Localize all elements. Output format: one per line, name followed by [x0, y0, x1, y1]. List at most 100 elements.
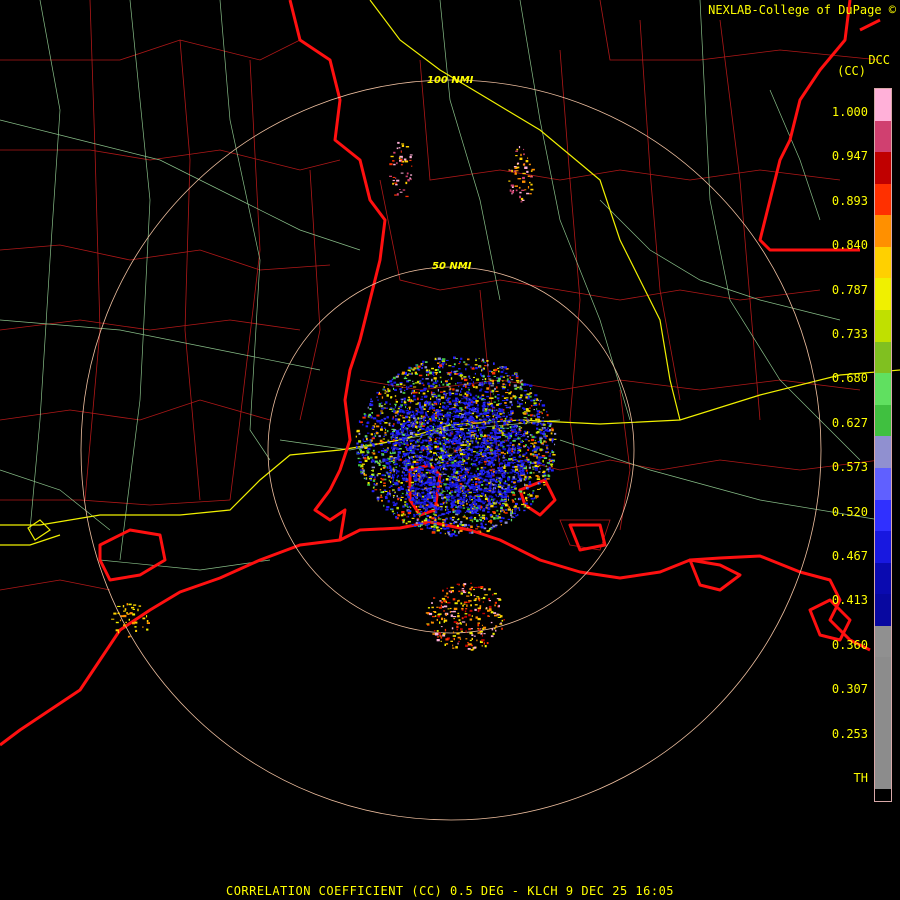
echo-pixel	[477, 526, 480, 528]
echo-pixel	[500, 444, 504, 447]
echo-pixel	[445, 478, 449, 481]
echo-pixel	[411, 449, 415, 452]
echo-pixel	[389, 403, 391, 405]
echo-pixel	[418, 488, 421, 490]
echo-pixel	[411, 497, 414, 500]
echo-pixel	[489, 456, 492, 459]
echo-pixel	[470, 582, 472, 584]
echo-pixel	[464, 590, 467, 593]
echo-pixel	[434, 410, 438, 412]
echo-pixel	[431, 469, 434, 472]
echo-pixel	[500, 418, 503, 420]
echo-pixel	[412, 489, 415, 491]
color-scale-swatch	[875, 562, 891, 595]
echo-pixel	[485, 415, 489, 416]
echo-pixel	[450, 420, 452, 423]
echo-pixel	[392, 501, 395, 504]
echo-pixel	[416, 449, 420, 451]
echo-pixel	[379, 444, 383, 446]
echo-pixel	[409, 431, 414, 434]
echo-pixel	[454, 392, 458, 396]
echo-pixel	[443, 435, 446, 437]
echo-pixel	[512, 440, 516, 442]
echo-pixel	[482, 626, 487, 629]
echo-pixel	[513, 438, 517, 440]
echo-pixel	[389, 175, 392, 177]
echo-pixel	[455, 424, 457, 426]
echo-pixel	[506, 472, 509, 474]
echo-pixel	[379, 489, 382, 491]
echo-pixel	[359, 448, 362, 451]
echo-pixel	[445, 382, 448, 384]
echo-pixel	[371, 427, 374, 430]
echo-pixel	[425, 496, 429, 499]
echo-pixel	[414, 494, 417, 496]
echo-pixel	[455, 409, 459, 412]
echo-pixel	[544, 437, 547, 439]
echo-pixel	[465, 418, 469, 421]
echo-pixel	[550, 427, 554, 429]
echo-pixel	[514, 468, 519, 471]
echo-pixel	[381, 412, 384, 414]
echo-pixel	[423, 423, 426, 426]
echo-pixel	[419, 423, 422, 425]
echo-pixel	[431, 426, 433, 430]
echo-pixel	[506, 422, 509, 424]
echo-pixel	[396, 179, 400, 182]
echo-pixel	[413, 412, 415, 415]
echo-pixel	[457, 476, 460, 479]
echo-pixel	[448, 365, 452, 367]
echo-pixel	[499, 519, 503, 523]
echo-pixel	[442, 519, 446, 521]
echo-pixel	[491, 404, 494, 407]
echo-pixel	[418, 404, 421, 407]
echo-pixel	[400, 150, 402, 152]
echo-pixel	[402, 422, 406, 425]
echo-pixel	[498, 604, 500, 608]
color-scale-swatch	[875, 89, 891, 122]
echo-pixel	[459, 416, 463, 419]
echo-pixel	[426, 492, 430, 495]
echo-pixel	[432, 392, 435, 394]
echo-pixel	[406, 439, 408, 441]
echo-pixel	[498, 377, 501, 380]
echo-pixel	[522, 176, 525, 180]
echo-pixel	[355, 445, 358, 449]
echo-pixel	[407, 520, 411, 523]
echo-pixel	[470, 472, 473, 475]
echo-pixel	[427, 449, 429, 452]
echo-pixel	[400, 404, 403, 407]
echo-pixel	[472, 425, 475, 427]
echo-pixel	[459, 394, 463, 396]
echo-pixel	[461, 621, 466, 623]
echo-pixel	[534, 464, 538, 467]
echo-pixel	[503, 413, 505, 415]
echo-pixel	[513, 384, 517, 387]
echo-pixel	[438, 613, 442, 615]
echo-pixel	[448, 478, 451, 481]
echo-pixel	[381, 405, 384, 407]
echo-pixel	[401, 474, 403, 477]
echo-pixel	[498, 408, 501, 410]
echo-pixel	[520, 383, 523, 385]
echo-pixel	[405, 146, 410, 148]
echo-pixel	[428, 385, 430, 388]
echo-pixel	[411, 484, 413, 487]
echo-pixel	[376, 414, 380, 417]
echo-pixel	[117, 612, 120, 615]
echo-pixel	[436, 606, 439, 608]
echo-pixel	[514, 508, 517, 510]
echo-pixel	[489, 432, 493, 435]
echo-pixel	[439, 409, 441, 412]
echo-pixel	[382, 459, 386, 462]
echo-pixel	[497, 410, 500, 412]
echo-pixel	[546, 410, 548, 413]
echo-pixel	[446, 527, 450, 530]
echo-pixel	[469, 487, 472, 490]
echo-pixel	[494, 604, 496, 607]
echo-pixel	[475, 502, 478, 506]
echo-pixel	[468, 382, 472, 385]
echo-pixel	[526, 417, 528, 419]
echo-pixel	[382, 466, 386, 469]
echo-pixel	[518, 497, 522, 500]
